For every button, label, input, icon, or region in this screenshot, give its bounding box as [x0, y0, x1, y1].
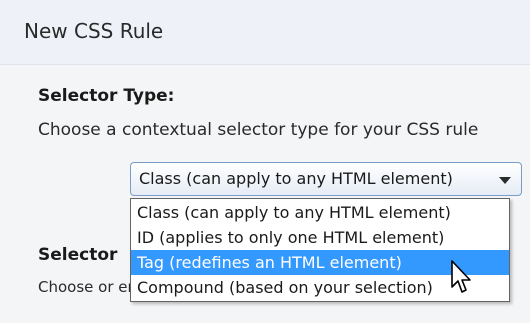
- selector-type-select[interactable]: Class (can apply to any HTML element): [130, 162, 522, 196]
- dialog-title: New CSS Rule: [24, 19, 164, 43]
- selector-name-heading: Selector: [38, 245, 118, 265]
- option-class[interactable]: Class (can apply to any HTML element): [131, 200, 509, 225]
- selector-type-selected-value: Class (can apply to any HTML element): [139, 169, 453, 188]
- selector-type-description: Choose a contextual selector type for yo…: [38, 120, 479, 140]
- mouse-pointer-icon: [451, 260, 471, 293]
- option-id[interactable]: ID (applies to only one HTML element): [131, 225, 509, 250]
- selector-type-heading: Selector Type:: [38, 86, 175, 106]
- dialog-titlebar: New CSS Rule: [0, 0, 530, 65]
- chevron-down-icon: [499, 177, 511, 184]
